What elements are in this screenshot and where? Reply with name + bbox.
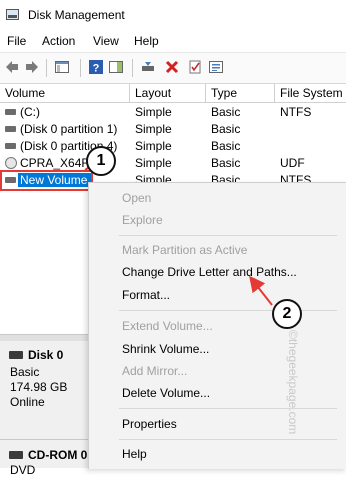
forward-icon[interactable]: [24, 59, 40, 75]
connect-drive-icon[interactable]: [140, 59, 156, 75]
drive-icon: [5, 143, 16, 149]
step-badge-2: 2: [272, 299, 302, 329]
volume-type: Basic: [211, 122, 241, 136]
column-type[interactable]: Type: [211, 86, 237, 100]
menu-item-properties[interactable]: Properties: [122, 417, 177, 431]
menu-item-extend-volume[interactable]: Extend Volume...: [122, 319, 213, 333]
disk-list-panel: Disk 0 Basic 174.98 GB Online CD-ROM 0 D…: [0, 341, 88, 477]
menu-item-format[interactable]: Format...: [122, 288, 170, 302]
volume-row[interactable]: (C:) Simple Basic NTFS: [0, 104, 346, 121]
cdrom-type: DVD: [10, 463, 36, 477]
selection-highlight-box: [0, 170, 93, 191]
delete-icon[interactable]: [164, 59, 180, 75]
volume-file-system: NTFS: [280, 105, 312, 119]
menu-item-change-drive-letter[interactable]: Change Drive Letter and Paths...: [122, 265, 297, 279]
pane-splitter[interactable]: [0, 334, 88, 341]
volume-layout: Simple: [135, 122, 172, 136]
menu-item-mark-partition-active[interactable]: Mark Partition as Active: [122, 243, 247, 257]
volume-layout: Simple: [135, 105, 172, 119]
volume-type: Basic: [211, 156, 241, 170]
disk0-size: 174.98 GB: [10, 380, 68, 394]
check-disk-icon[interactable]: [187, 59, 203, 75]
column-volume[interactable]: Volume: [5, 86, 45, 100]
volume-layout: Simple: [135, 156, 172, 170]
disk-icon: [9, 351, 23, 359]
disk0-name[interactable]: Disk 0: [28, 348, 63, 362]
menu-view[interactable]: View: [93, 34, 119, 48]
cdrom-name[interactable]: CD-ROM 0: [28, 448, 87, 462]
volume-row[interactable]: (Disk 0 partition 1) Simple Basic: [0, 121, 346, 138]
properties-icon[interactable]: [208, 59, 224, 75]
column-file-system[interactable]: File System: [280, 86, 343, 100]
menu-item-explore[interactable]: Explore: [122, 213, 163, 227]
column-layout[interactable]: Layout: [135, 86, 171, 100]
volume-name: (Disk 0 partition 1): [20, 122, 118, 136]
show-hide-console-tree-icon[interactable]: [54, 59, 70, 75]
volume-layout: Simple: [135, 139, 172, 153]
cdrom-icon: [9, 451, 23, 459]
menu-action[interactable]: Action: [42, 34, 75, 48]
menu-item-add-mirror[interactable]: Add Mirror...: [122, 364, 187, 378]
toolbar: ?: [0, 52, 346, 84]
drive-icon: [5, 109, 16, 115]
drive-icon: [5, 126, 16, 132]
volume-list-header: Volume Layout Type File System: [0, 84, 346, 103]
volume-name: (C:): [20, 105, 40, 119]
menu-item-delete-volume[interactable]: Delete Volume...: [122, 386, 210, 400]
menu-bar: File Action View Help: [0, 30, 346, 52]
show-hide-action-pane-icon[interactable]: [108, 59, 124, 75]
menu-item-shrink-volume[interactable]: Shrink Volume...: [122, 342, 209, 356]
cd-icon: [5, 157, 17, 169]
menu-help[interactable]: Help: [134, 34, 159, 48]
volume-file-system: UDF: [280, 156, 305, 170]
svg-text:?: ?: [93, 63, 100, 75]
disk0-status: Online: [10, 395, 45, 409]
disk0-type: Basic: [10, 365, 40, 379]
watermark: ©thegeekpage.com: [286, 330, 300, 435]
disk-management-icon: [6, 9, 19, 20]
menu-item-open[interactable]: Open: [122, 191, 151, 205]
back-icon[interactable]: [4, 59, 20, 75]
window-title: Disk Management: [28, 8, 125, 22]
volume-type: Basic: [211, 105, 241, 119]
menu-file[interactable]: File: [7, 34, 26, 48]
volume-type: Basic: [211, 139, 241, 153]
step-badge-1: 1: [86, 146, 116, 176]
title-bar: Disk Management: [0, 0, 346, 30]
help-icon[interactable]: ?: [88, 59, 104, 75]
volume-row[interactable]: (Disk 0 partition 4) Simple Basic: [0, 138, 346, 155]
context-menu: Open Explore Mark Partition as Active Ch…: [88, 182, 346, 469]
menu-item-help[interactable]: Help: [122, 447, 147, 461]
